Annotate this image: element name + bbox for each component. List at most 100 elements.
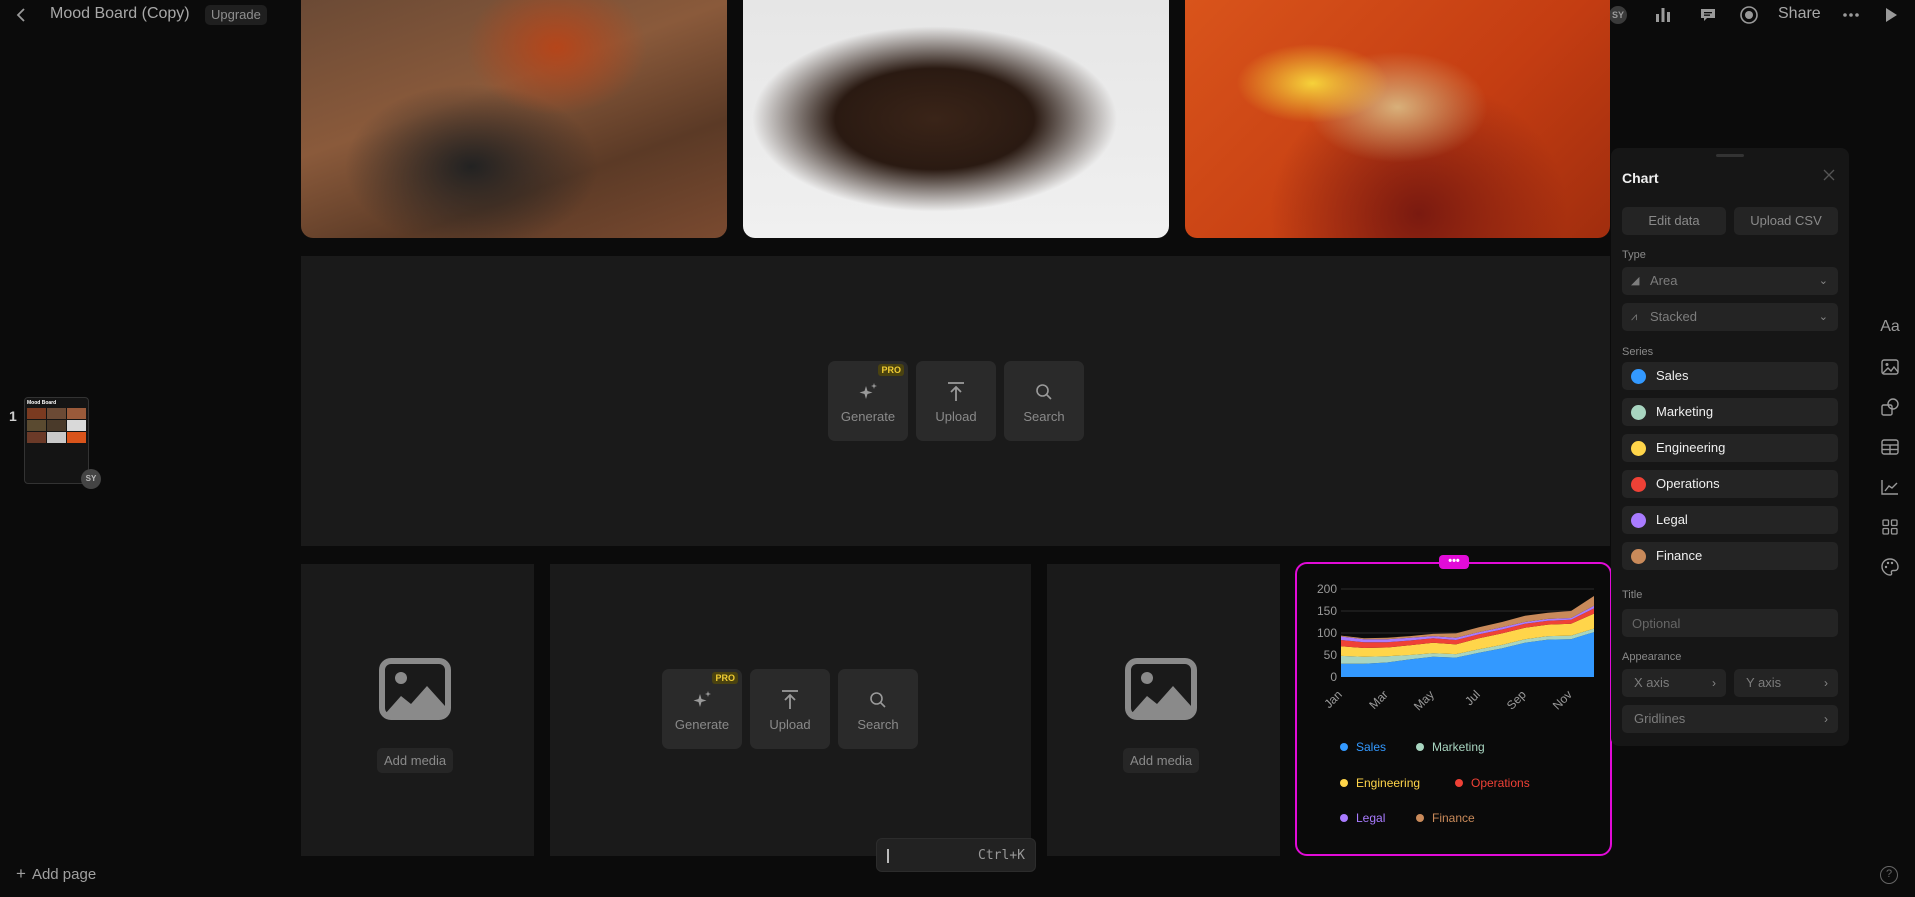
- gridlines-label: Gridlines: [1634, 711, 1686, 726]
- chart-settings-panel: Chart Edit data Upload CSV Type ◢ Area ⌄…: [1611, 148, 1849, 746]
- legend-dot: [1340, 743, 1348, 751]
- legend-item-finance: Finance: [1416, 811, 1475, 825]
- media-actions-slot-2: PRO Generate Upload Search: [662, 669, 918, 749]
- series-name: Operations: [1656, 476, 1720, 491]
- command-input[interactable]: Ctrl+K: [876, 838, 1036, 872]
- series-name: Legal: [1656, 512, 1688, 527]
- more-options-button[interactable]: [1840, 4, 1862, 26]
- y-axis-button[interactable]: Y axis ›: [1734, 669, 1838, 697]
- sparkles-icon: [691, 687, 713, 713]
- present-button[interactable]: [1880, 4, 1902, 26]
- mood-image-hand[interactable]: [743, 0, 1169, 238]
- chevron-down-icon: ⌄: [1818, 275, 1828, 287]
- series-row-legal[interactable]: Legal: [1622, 506, 1838, 534]
- generate-button[interactable]: PRO Generate: [662, 669, 742, 749]
- palette-icon: [1881, 558, 1899, 576]
- legend-dot: [1340, 814, 1348, 822]
- series-row-marketing[interactable]: Marketing: [1622, 398, 1838, 426]
- series-color-swatch[interactable]: [1631, 549, 1646, 564]
- series-row-engineering[interactable]: Engineering: [1622, 434, 1838, 462]
- search-icon: [1035, 379, 1053, 405]
- chart-title-input[interactable]: [1622, 609, 1838, 637]
- embeds-tool-button[interactable]: [1878, 515, 1902, 539]
- close-button[interactable]: [1823, 168, 1835, 186]
- upload-button[interactable]: Upload: [750, 669, 830, 749]
- appearance-label: Appearance: [1622, 651, 1682, 663]
- legend-label: Marketing: [1432, 740, 1485, 754]
- series-color-swatch[interactable]: [1631, 513, 1646, 528]
- series-label: Series: [1622, 346, 1654, 358]
- y-tick-label: 50: [1324, 648, 1338, 662]
- upload-csv-button[interactable]: Upload CSV: [1734, 207, 1838, 235]
- generate-button[interactable]: PRO Generate: [828, 361, 908, 441]
- search-button[interactable]: Search: [1004, 361, 1084, 441]
- legend-item-engineering: Engineering: [1340, 776, 1420, 790]
- search-label: Search: [857, 716, 899, 732]
- series-color-swatch[interactable]: [1631, 441, 1646, 456]
- x-tick-label: Mar: [1366, 687, 1391, 712]
- image-icon: [379, 658, 452, 720]
- legend-label: Operations: [1471, 776, 1530, 790]
- chevron-right-icon: ›: [1712, 676, 1716, 690]
- thumbnail-title: Mood Board: [27, 400, 57, 406]
- upload-icon: [780, 687, 800, 713]
- thumbnail-avatar: SY: [81, 469, 101, 489]
- search-button[interactable]: Search: [838, 669, 918, 749]
- user-avatar[interactable]: SY: [1609, 6, 1627, 24]
- series-row-finance[interactable]: Finance: [1622, 542, 1838, 570]
- more-horizontal-icon: [1843, 13, 1859, 17]
- series-row-sales[interactable]: Sales: [1622, 362, 1838, 390]
- sparkles-icon: [857, 379, 879, 405]
- add-page-label: Add page: [31, 866, 97, 883]
- record-button[interactable]: [1738, 4, 1760, 26]
- upgrade-button[interactable]: Upgrade: [205, 5, 267, 25]
- series-color-swatch[interactable]: [1631, 369, 1646, 384]
- legend-label: Engineering: [1356, 776, 1421, 790]
- comments-button[interactable]: [1697, 4, 1719, 26]
- line-chart-icon: [1881, 480, 1898, 495]
- document-title[interactable]: Mood Board (Copy): [50, 5, 190, 23]
- panel-title: Chart: [1622, 170, 1659, 186]
- help-icon: ?: [1885, 868, 1893, 880]
- y-tick-label: 100: [1317, 626, 1337, 640]
- pro-badge: PRO: [878, 364, 904, 376]
- shapes-tool-button[interactable]: [1878, 395, 1902, 419]
- back-button[interactable]: [14, 4, 30, 26]
- chevron-right-icon: ›: [1824, 712, 1828, 726]
- legend-item-legal: Legal: [1340, 811, 1385, 825]
- add-media-button[interactable]: Add media: [1123, 748, 1200, 773]
- image-tool-button[interactable]: [1878, 355, 1902, 379]
- upload-button[interactable]: Upload: [916, 361, 996, 441]
- media-actions-large: PRO Generate Upload Search: [828, 361, 1084, 441]
- x-tick-label: Nov: [1550, 687, 1575, 712]
- add-media-button[interactable]: Add media: [377, 748, 454, 773]
- image-icon: [1881, 359, 1899, 375]
- series-color-swatch[interactable]: [1631, 405, 1646, 420]
- table-tool-button[interactable]: [1878, 435, 1902, 459]
- gridlines-button[interactable]: Gridlines ›: [1622, 705, 1838, 733]
- mood-image-portrait[interactable]: [1185, 0, 1610, 238]
- analytics-button[interactable]: [1652, 4, 1674, 26]
- share-button[interactable]: Share: [1778, 5, 1821, 23]
- x-tick-label: Jan: [1321, 687, 1345, 711]
- theme-tool-button[interactable]: [1878, 555, 1902, 579]
- chart-tool-button[interactable]: [1878, 475, 1902, 499]
- edit-data-button[interactable]: Edit data: [1622, 207, 1726, 235]
- text-icon: Aa: [1880, 318, 1900, 335]
- search-label: Search: [1023, 408, 1065, 424]
- mood-image-running[interactable]: [301, 0, 727, 238]
- add-page-button[interactable]: + Add page: [16, 864, 96, 884]
- text-tool-button[interactable]: Aa: [1878, 315, 1902, 339]
- legend-item-operations: Operations: [1455, 776, 1530, 790]
- help-button[interactable]: ?: [1880, 866, 1898, 884]
- page-thumbnail[interactable]: Mood Board: [24, 397, 89, 484]
- y-tick-label: 0: [1330, 670, 1337, 684]
- series-color-swatch[interactable]: [1631, 477, 1646, 492]
- panel-grip[interactable]: [1716, 154, 1744, 157]
- table-icon: [1881, 439, 1899, 455]
- series-row-operations[interactable]: Operations: [1622, 470, 1838, 498]
- chart-type-select[interactable]: ◢ Area ⌄: [1622, 267, 1838, 295]
- x-axis-button[interactable]: X axis ›: [1622, 669, 1726, 697]
- chart-mode-select[interactable]: ⩘ Stacked ⌄: [1622, 303, 1838, 331]
- close-icon: [1823, 169, 1835, 181]
